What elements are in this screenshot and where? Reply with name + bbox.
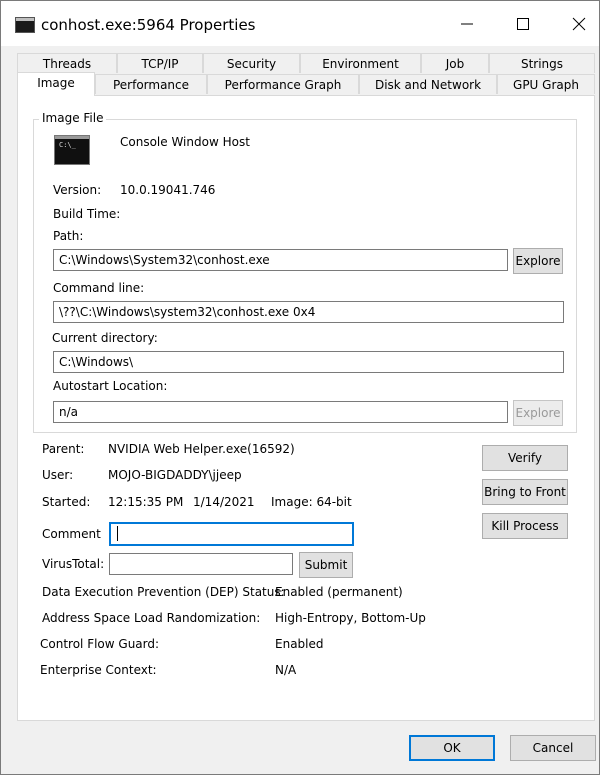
console-icon-text: C:\_ — [59, 141, 76, 149]
started-date: 1/14/2021 — [193, 495, 255, 509]
aslr-value: High-Entropy, Bottom-Up — [275, 611, 426, 625]
started-label: Started: — [42, 495, 91, 509]
parent-label: Parent: — [42, 442, 85, 456]
window-title: conhost.exe:5964 Properties — [41, 16, 256, 34]
explore-button[interactable]: Explore — [513, 248, 563, 274]
comment-label: Comment — [42, 527, 101, 541]
tab-threads[interactable]: Threads — [17, 53, 117, 73]
path-field[interactable]: C:\Windows\System32\conhost.exe — [53, 249, 508, 271]
tab-strings[interactable]: Strings — [489, 53, 595, 73]
console-app-icon — [15, 17, 35, 33]
user-label: User: — [42, 468, 74, 482]
path-label: Path: — [53, 229, 84, 243]
tab-performance[interactable]: Performance — [95, 74, 207, 94]
version-label: Version: — [53, 183, 102, 197]
virustotal-field[interactable] — [109, 553, 293, 575]
enterprise-context-value: N/A — [275, 663, 297, 677]
autostart-explore-button[interactable]: Explore — [513, 400, 563, 426]
aslr-label: Address Space Load Randomization: — [42, 611, 261, 625]
version-value: 10.0.19041.746 — [120, 183, 216, 197]
user-value: MOJO-BIGDADDY\jjeep — [108, 468, 242, 482]
command-line-field[interactable]: \??\C:\Windows\system32\conhost.exe 0x4 — [53, 301, 564, 323]
ok-button[interactable]: OK — [409, 735, 495, 761]
control-flow-guard-label: Control Flow Guard: — [40, 637, 160, 651]
autostart-label: Autostart Location: — [53, 379, 168, 393]
dep-status-value: Enabled (permanent) — [275, 585, 403, 599]
bring-to-front-button[interactable]: Bring to Front — [482, 479, 568, 505]
kill-process-button[interactable]: Kill Process — [482, 513, 568, 539]
current-directory-field[interactable]: C:\Windows\ — [53, 351, 564, 373]
control-flow-guard-value: Enabled — [275, 637, 324, 651]
tab-environment[interactable]: Environment — [300, 53, 421, 73]
image-file-group-title: Image File — [39, 111, 107, 125]
image-description: Console Window Host — [120, 135, 250, 149]
tab-image[interactable]: Image — [17, 72, 95, 96]
tab-gpu-graph[interactable]: GPU Graph — [497, 74, 595, 94]
tab-tcpip[interactable]: TCP/IP — [117, 53, 203, 73]
minimize-icon[interactable] — [452, 11, 482, 37]
properties-window: conhost.exe:5964 Properties Threads TCP/… — [0, 0, 600, 775]
maximize-icon[interactable] — [508, 11, 538, 37]
build-time-label: Build Time: — [53, 207, 121, 221]
image-bitness: Image: 64-bit — [271, 495, 352, 509]
tab-performance-graph[interactable]: Performance Graph — [207, 74, 359, 94]
text-caret — [117, 526, 118, 541]
tab-job[interactable]: Job — [421, 53, 489, 73]
started-time: 12:15:35 PM — [108, 495, 184, 509]
tab-disk-and-network[interactable]: Disk and Network — [359, 74, 497, 94]
cancel-button[interactable]: Cancel — [510, 735, 596, 761]
enterprise-context-label: Enterprise Context: — [40, 663, 157, 677]
tab-security[interactable]: Security — [203, 53, 300, 73]
dep-status-label: Data Execution Prevention (DEP) Status: — [42, 585, 285, 599]
verify-button[interactable]: Verify — [482, 445, 568, 471]
virustotal-label: VirusTotal: — [42, 557, 105, 571]
comment-input[interactable] — [109, 522, 354, 546]
submit-button[interactable]: Submit — [299, 552, 353, 578]
title-bar[interactable]: conhost.exe:5964 Properties — [1, 1, 599, 46]
autostart-field[interactable]: n/a — [53, 401, 508, 423]
console-window-icon: C:\_ — [54, 135, 90, 165]
parent-value: NVIDIA Web Helper.exe(16592) — [108, 442, 295, 456]
command-line-label: Command line: — [53, 281, 145, 295]
close-icon[interactable] — [564, 11, 594, 37]
current-directory-label: Current directory: — [52, 331, 158, 345]
